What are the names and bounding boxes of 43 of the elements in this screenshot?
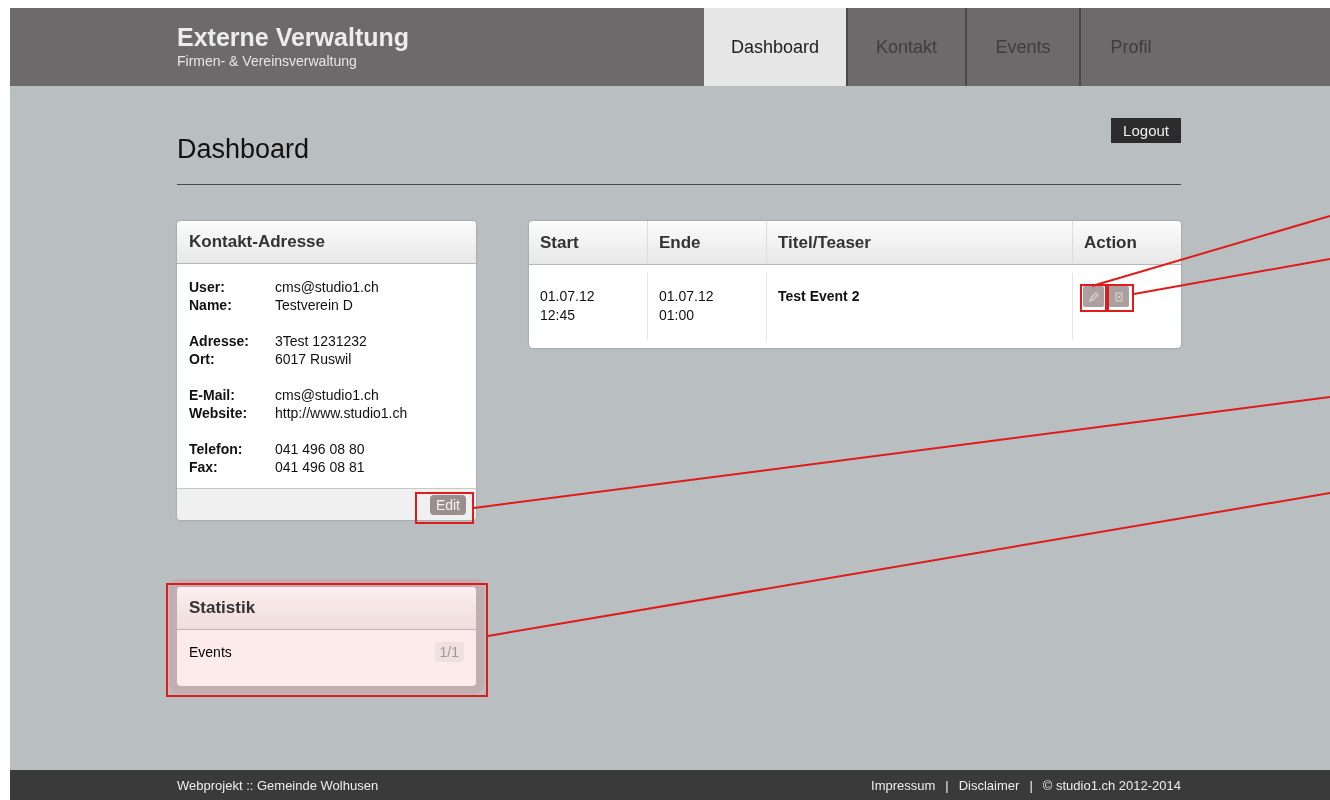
logout-button[interactable]: Logout: [1111, 117, 1181, 143]
table-cell: 01.07.12 01:00: [647, 273, 766, 340]
field-value: http://www.studio1.ch: [275, 404, 408, 422]
field-label: Telefon:: [189, 440, 244, 458]
field-label: User:: [189, 278, 226, 296]
column-header: Titel/Teaser: [766, 221, 1072, 264]
field-value: 041 496 08 81: [275, 458, 365, 476]
column-header: Start: [539, 231, 580, 254]
field-label: Adresse:: [189, 332, 250, 350]
column-header: Action: [1072, 221, 1181, 264]
field-value: 041 496 08 80: [275, 440, 365, 458]
column-header: Ende: [647, 221, 766, 264]
field-label: E-Mail:: [189, 386, 236, 404]
site-title: Externe Verwaltung: [177, 23, 410, 52]
field-value: cms@studio1.ch: [275, 386, 379, 404]
field-label: Website:: [189, 404, 249, 422]
table-cell: Test Event 2: [766, 273, 1072, 340]
table-cell-text: 01.07.12 12:45: [539, 287, 596, 325]
copyright-text: © studio1.ch 2012-2014: [1042, 777, 1181, 793]
footer-text: Webprojekt :: Gemeinde Wolhusen: [177, 777, 379, 793]
field-label: Fax:: [189, 458, 219, 476]
site-subtitle: Firmen- & Vereinsverwaltung: [177, 53, 358, 69]
separator: |: [1029, 777, 1033, 793]
footer-link[interactable]: Impressum: [871, 777, 936, 793]
panel-title: Statistik: [189, 598, 256, 618]
footer-link[interactable]: Disclaimer: [958, 777, 1020, 793]
page-title: Dashboard: [177, 132, 310, 165]
highlight-frame: [1107, 284, 1134, 312]
nav-tab[interactable]: Dashboard: [704, 8, 846, 86]
delete-icon[interactable]: [1108, 286, 1129, 307]
field-label: Name:: [189, 296, 233, 314]
field-label: Ort:: [189, 350, 216, 368]
stat-label: Events: [189, 644, 232, 660]
panel-title: Kontakt-Adresse: [189, 232, 326, 252]
separator: |: [945, 777, 949, 793]
highlight-frame: [1080, 284, 1107, 312]
field-value: Testverein D: [275, 296, 353, 314]
edit-icon[interactable]: [1083, 286, 1104, 307]
field-value: 3Test 1231232: [275, 332, 367, 350]
field-value: cms@studio1.ch: [275, 278, 379, 296]
field-value: 6017 Ruswil: [275, 350, 352, 368]
highlight-frame: [415, 492, 474, 524]
count-badge: 1/1: [434, 642, 464, 662]
